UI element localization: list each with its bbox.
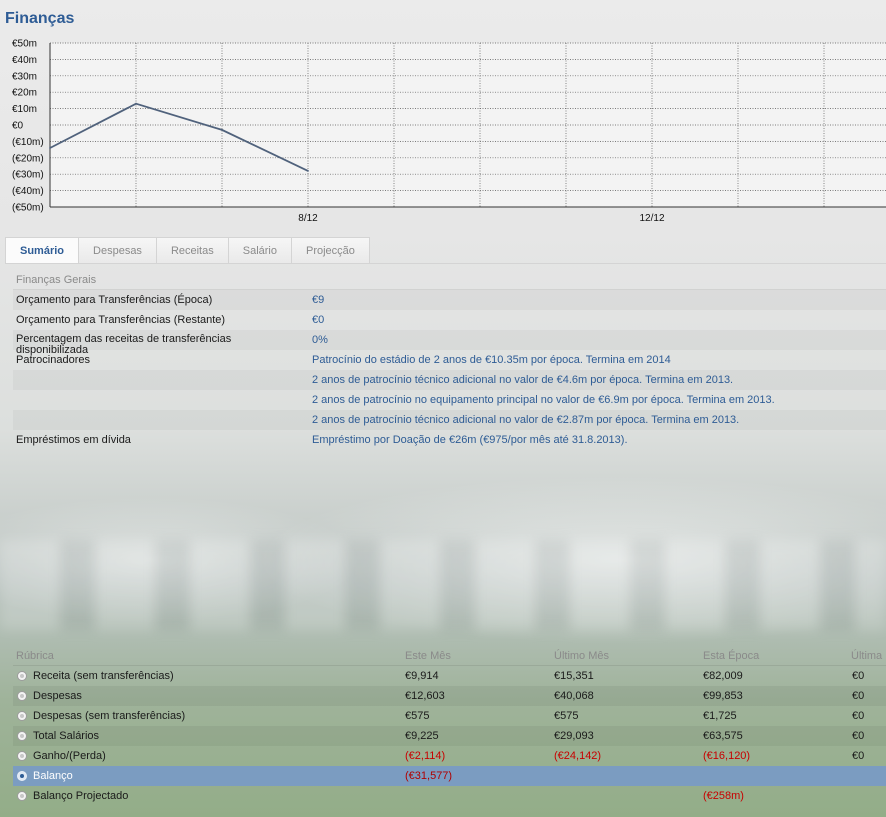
column-header-esta-epoca[interactable]: Esta Época	[703, 650, 759, 662]
tab-salario[interactable]: Salário	[228, 237, 292, 264]
row-radio-icon[interactable]	[17, 771, 27, 781]
chart-y-tick-label: €50m	[12, 39, 37, 50]
summary-row-value: 2 anos de patrocínio no equipamento prin…	[312, 394, 775, 406]
finance-row-cell: €99,853	[703, 690, 743, 702]
summary-row: Orçamento para Transferências (Época) €9	[13, 290, 886, 310]
summary-row: 2 anos de patrocínio no equipamento prin…	[13, 390, 886, 410]
finance-row-cell: €12,603	[405, 690, 445, 702]
column-header-ultima[interactable]: Última	[851, 650, 882, 662]
finance-tabs: Sumário Despesas Receitas Salário Projec…	[5, 237, 370, 264]
tab-projeccao[interactable]: Projecção	[291, 237, 370, 264]
finance-table-row[interactable]: Balanço (€31,577)	[13, 766, 886, 786]
chart-y-tick-label: €0	[12, 121, 24, 132]
finance-row-name: Receita (sem transferências)	[33, 670, 174, 682]
summary-row: 2 anos de patrocínio técnico adicional n…	[13, 370, 886, 390]
chart-y-tick-label: (€50m)	[12, 203, 44, 214]
row-radio-icon[interactable]	[17, 711, 27, 721]
summary-row-value: €0	[312, 314, 325, 326]
finance-table-row[interactable]: Despesas €12,603 €40,068 €99,853 €0	[13, 686, 886, 706]
finance-row-cell: €0	[852, 690, 865, 702]
summary-row-label: Patrocinadores	[16, 354, 90, 366]
chart-x-tick-label: 8/12	[298, 213, 318, 224]
tab-despesas[interactable]: Despesas	[79, 237, 157, 264]
chart-y-tick-label: €20m	[12, 88, 37, 99]
finance-row-name: Ganho/(Perda)	[33, 750, 106, 762]
finance-row-cell: €0	[852, 710, 865, 722]
finance-row-cell: €82,009	[703, 670, 743, 682]
chart-data-point	[221, 129, 223, 131]
row-radio-icon[interactable]	[17, 671, 27, 681]
summary-row-value: Patrocínio do estádio de 2 anos de €10.3…	[312, 354, 671, 366]
tabs-divider	[5, 263, 886, 264]
finance-chart-svg: €50m €40m €30m €20m €10m €0 (€10m) (€20m) (€30m)…	[12, 39, 886, 224]
finance-row-cell: (€2,114)	[405, 750, 446, 762]
finance-row-cell: €0	[852, 750, 865, 762]
tab-sumario[interactable]: Sumário	[5, 237, 80, 264]
finance-row-cell: (€258m)	[703, 790, 744, 802]
finance-row-cell: €1,725	[703, 710, 737, 722]
page-title: Finanças	[5, 10, 75, 27]
finance-row-cell: €15,351	[554, 670, 594, 682]
finance-row-name: Total Salários	[33, 730, 100, 742]
finance-row-cell: €40,068	[554, 690, 594, 702]
summary-row-value: 2 anos de patrocínio técnico adicional n…	[312, 414, 740, 426]
finance-row-cell: €9,914	[405, 670, 439, 682]
finance-table-row[interactable]: Total Salários €9,225 €29,093 €63,575 €0	[13, 726, 886, 746]
summary-row: 2 anos de patrocínio técnico adicional n…	[13, 410, 886, 430]
row-radio-icon[interactable]	[17, 751, 27, 761]
row-radio-icon[interactable]	[17, 791, 27, 801]
finance-row-cell: (€16,120)	[703, 750, 751, 762]
finance-row-cell: €29,093	[554, 730, 594, 742]
finance-row-cell: (€24,142)	[554, 750, 602, 762]
section-title-financas-gerais: Finanças Gerais	[16, 274, 97, 286]
column-header-ultimo-mes[interactable]: Último Mês	[554, 650, 609, 662]
finance-row-cell: €63,575	[703, 730, 743, 742]
tab-receitas[interactable]: Receitas	[156, 237, 229, 264]
chart-data-point	[307, 170, 309, 172]
chart-data-point	[135, 102, 137, 105]
chart-y-tick-label: (€10m)	[12, 137, 44, 148]
stadium-stands-blur	[0, 540, 886, 630]
chart-x-tick-label: 12/12	[639, 213, 664, 224]
finance-table-header: Rúbrica Este Mês Último Mês Esta Época Ú…	[16, 650, 886, 666]
summary-row-label: Empréstimos em dívida	[16, 434, 131, 446]
finance-row-name: Despesas (sem transferências)	[33, 710, 186, 722]
finance-row-cell: (€31,577)	[405, 770, 453, 782]
finance-table-row[interactable]: Despesas (sem transferências) €575 €575 €1,…	[13, 706, 886, 726]
summary-row-value: Empréstimo por Doação de €26m (€975/por …	[312, 434, 628, 446]
finance-row-name: Balanço	[33, 770, 73, 782]
summary-row-value: 2 anos de patrocínio técnico adicional n…	[312, 374, 734, 386]
chart-y-tick-label: (€40m)	[12, 186, 44, 197]
summary-row-label: Orçamento para Transferências (Época)	[16, 294, 213, 306]
column-header-rubrica[interactable]: Rúbrica	[16, 650, 54, 662]
summary-row: Orçamento para Transferências (Restante)…	[13, 310, 886, 330]
finance-chart: €50m €40m €30m €20m €10m €0 (€10m) (€20m) (€30m)…	[0, 38, 886, 230]
summary-row: Patrocinadores Patrocínio do estádio de …	[13, 350, 886, 370]
chart-y-tick-label: €10m	[12, 104, 37, 115]
finance-row-cell: €575	[405, 710, 430, 722]
chart-data-point	[49, 147, 51, 149]
chart-y-tick-label: (€20m)	[12, 153, 44, 164]
finance-table-row[interactable]: Receita (sem transferências) €9,914 €15,35…	[13, 666, 886, 686]
finance-table-row[interactable]: Ganho/(Perda) (€2,114) (€24,142) (€16,120) €…	[13, 746, 886, 766]
summary-row-value: €9	[312, 294, 325, 306]
row-radio-icon[interactable]	[17, 691, 27, 701]
row-radio-icon[interactable]	[17, 731, 27, 741]
column-header-este-mes[interactable]: Este Mês	[405, 650, 451, 662]
finance-row-name: Despesas	[33, 690, 82, 702]
chart-y-tick-label: €30m	[12, 71, 37, 82]
finance-row-cell: €0	[852, 670, 865, 682]
finance-row-cell: €0	[852, 730, 865, 742]
finance-row-cell: €575	[554, 710, 579, 722]
summary-row: Percentagem das receitas de transferênci…	[13, 330, 886, 356]
summary-row-value: 0%	[312, 334, 328, 346]
finance-row-cell: €9,225	[405, 730, 439, 742]
summary-row-label: Orçamento para Transferências (Restante)	[16, 314, 226, 326]
chart-y-tick-label: €40m	[12, 55, 37, 66]
finance-row-name: Balanço Projectado	[33, 790, 129, 802]
summary-row: Empréstimos em dívida Empréstimo por Doa…	[13, 430, 886, 450]
finance-table-row[interactable]: Balanço Projectado (€258m)	[13, 786, 886, 806]
chart-y-tick-label: (€30m)	[12, 170, 44, 181]
